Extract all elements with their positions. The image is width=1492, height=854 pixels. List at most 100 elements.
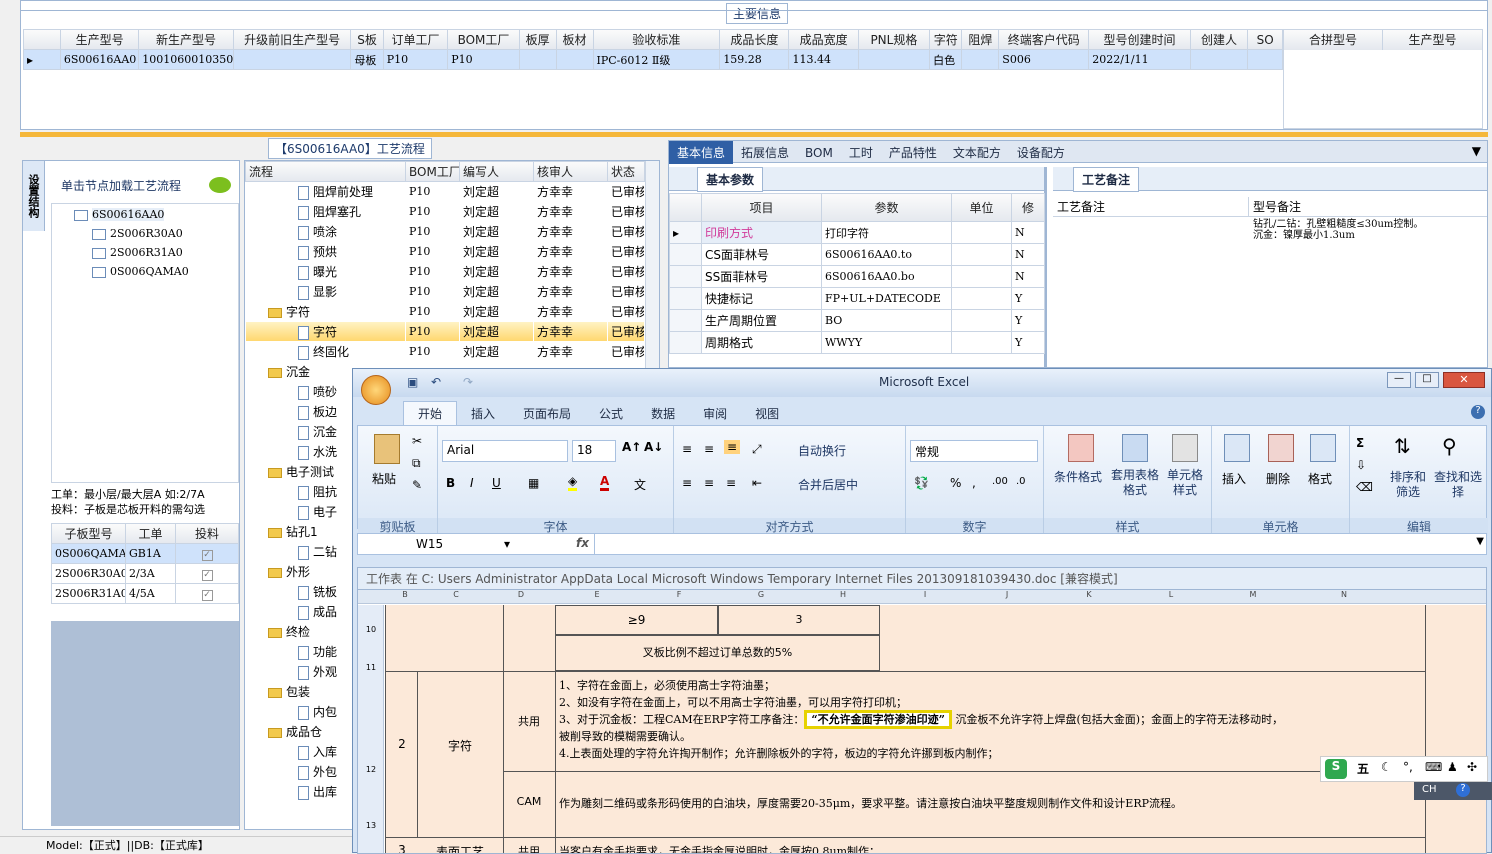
undo-icon[interactable]: ↶ — [431, 375, 441, 389]
cell[interactable]: P10 — [447, 49, 520, 70]
col-header[interactable]: 验收标准 — [592, 29, 721, 50]
cell[interactable]: S006 — [998, 49, 1090, 70]
fill-icon[interactable]: ⇩ — [1356, 458, 1366, 472]
cell[interactable] — [951, 221, 1012, 244]
table-row[interactable]: ▸ 印刷方式 打印字符 N — [669, 221, 1045, 244]
align-right-icon[interactable]: ≡ — [726, 476, 736, 490]
save-icon[interactable]: ▣ — [407, 375, 418, 389]
tab-basic-params[interactable]: 基本参数 — [697, 167, 764, 192]
decrease-decimal-icon[interactable]: .0 — [1016, 476, 1026, 487]
conditional-format-button[interactable]: 条件格式 — [1048, 468, 1108, 485]
comma-icon[interactable]: , — [972, 476, 976, 490]
cell[interactable]: 2S006R31A0 — [51, 583, 126, 604]
cell[interactable] — [951, 243, 1012, 266]
cell[interactable]: CS面菲林号 — [701, 243, 822, 266]
format-painter-icon[interactable]: ✎ — [412, 478, 422, 492]
flow-row[interactable]: 字符 P10 刘定超 方幸幸 已审核 — [246, 302, 645, 322]
tab-3[interactable]: 工时 — [841, 141, 881, 164]
ribbon-tab[interactable]: 视图 — [741, 402, 793, 425]
tree-node[interactable]: 2S006R31A0 — [92, 246, 183, 259]
model-remark-text[interactable]: 钻孔/二钻：孔壁粗糙度≤30um控制。 沉金：镍厚最小1.3um — [1253, 219, 1423, 241]
clear-icon[interactable]: ⌫ — [1356, 480, 1373, 494]
cell[interactable] — [555, 49, 594, 70]
column-letter[interactable]: C — [426, 590, 486, 603]
flow-row[interactable]: 字符 P10 刘定超 方幸幸 已审核 — [245, 321, 645, 342]
cell[interactable]: 6S00616AA0.bo — [821, 265, 952, 288]
wrap-text-button[interactable]: 自动换行 — [798, 442, 846, 459]
col-header[interactable]: 板厚 — [518, 29, 557, 50]
section-3-text[interactable]: 当客户有金手指要求，无金手指金厚说明时，金厚按0.8um制作； — [559, 843, 880, 853]
cell-ge9[interactable]: ≥9 — [555, 605, 718, 635]
function-icon[interactable]: fx — [576, 536, 589, 550]
row-number[interactable]: 11 — [358, 663, 384, 672]
cell[interactable] — [1247, 49, 1283, 70]
user-icon[interactable]: ♟ — [1447, 760, 1458, 774]
office-button-icon[interactable] — [361, 375, 391, 405]
col-header[interactable]: 型号创建时间 — [1088, 29, 1191, 50]
format-cells-button[interactable]: 格式 — [1308, 470, 1332, 487]
table-row[interactable]: 周期格式 WWYY Y — [669, 331, 1045, 354]
col-header[interactable]: 成品长度 — [719, 29, 790, 50]
number-format-select[interactable]: 常规 — [910, 440, 1038, 462]
cell[interactable]: 2022/1/11 — [1088, 49, 1191, 70]
format-cells-icon[interactable] — [1310, 434, 1336, 462]
cell[interactable]: Y — [1011, 331, 1045, 354]
column-letter[interactable]: F — [638, 590, 720, 603]
align-left-icon[interactable]: ≡ — [682, 476, 692, 490]
column-letter[interactable]: E — [556, 590, 638, 603]
align-bottom-icon[interactable]: ≡ — [724, 440, 741, 454]
cell[interactable]: 白色 — [929, 49, 963, 70]
cell[interactable]: BO — [821, 309, 952, 332]
cell[interactable]: 快捷标记 — [701, 287, 822, 310]
expand-formula-icon[interactable]: ▼ — [1476, 536, 1484, 547]
column-letter[interactable]: I — [884, 590, 966, 603]
col-header[interactable]: 板材 — [555, 29, 594, 50]
chat-bubble-icon[interactable] — [209, 177, 231, 193]
cell[interactable]: 6S00616AA0.to — [821, 243, 952, 266]
flow-row[interactable]: 阻焊塞孔 P10 刘定超 方幸幸 已审核 — [246, 202, 645, 222]
cell[interactable]: N — [1011, 243, 1045, 266]
checkbox[interactable]: ✓ — [201, 570, 213, 581]
orientation-icon[interactable]: ⤢ — [752, 442, 762, 457]
cell[interactable]: GB1A — [125, 543, 176, 564]
column-letter[interactable]: G — [720, 590, 802, 603]
find-select-button[interactable]: 查找和选择 — [1434, 470, 1482, 500]
column-letter[interactable]: L — [1130, 590, 1212, 603]
tab-4[interactable]: 产品特性 — [881, 141, 945, 164]
chevron-down-icon[interactable]: ▾ — [504, 537, 510, 551]
cell[interactable]: FP+UL+DATECODE — [821, 287, 952, 310]
ribbon-tab[interactable]: 插入 — [457, 402, 509, 425]
col-header[interactable]: 生产型号 — [59, 29, 140, 50]
align-center-icon[interactable]: ≡ — [704, 476, 714, 490]
ribbon-tab[interactable]: 开始 — [403, 401, 458, 425]
find-icon[interactable]: ⚲ — [1442, 434, 1457, 458]
moon-icon[interactable]: ☾ — [1381, 760, 1392, 774]
row-indicator[interactable]: ▸ — [23, 49, 61, 70]
col-header[interactable]: SO — [1247, 29, 1283, 50]
cell-style-icon[interactable] — [1172, 434, 1198, 462]
table-format-button[interactable]: 套用表格格式 — [1106, 468, 1164, 498]
paste-icon[interactable] — [374, 434, 400, 464]
keyboard-icon[interactable]: ⌨ — [1425, 760, 1442, 774]
col-header[interactable]: 订单工厂 — [382, 29, 449, 50]
punctuation-icon[interactable]: °, — [1403, 760, 1413, 774]
cell[interactable] — [951, 309, 1012, 332]
col-header[interactable]: 升级前旧生产型号 — [232, 29, 352, 50]
apps-icon[interactable]: ✣ — [1467, 760, 1477, 774]
currency-icon[interactable]: 💱 — [914, 476, 929, 490]
maximize-button[interactable]: □ — [1415, 372, 1439, 388]
language-bar[interactable]: CH ? — [1414, 782, 1492, 800]
align-top-icon[interactable]: ≡ — [682, 442, 692, 456]
column-letter[interactable]: B — [384, 590, 426, 603]
cell[interactable]: N — [1011, 221, 1045, 244]
tab-0[interactable]: 基本信息 — [669, 141, 734, 164]
column-letter[interactable]: M — [1212, 590, 1294, 603]
fill-color-icon[interactable]: ◈ — [568, 474, 578, 491]
row-number[interactable]: 13 — [358, 821, 384, 830]
table-row[interactable]: 2S006R31A0 4/5A ✓ — [51, 583, 239, 604]
cell[interactable]: IPC-6012 Ⅱ级 — [592, 49, 721, 70]
sort-filter-icon[interactable]: ⇅ — [1394, 434, 1411, 458]
tab-6[interactable]: 设备配方 — [1009, 141, 1073, 164]
cell[interactable]: 113.44 — [788, 49, 859, 70]
cell[interactable]: 生产周期位置 — [701, 309, 822, 332]
